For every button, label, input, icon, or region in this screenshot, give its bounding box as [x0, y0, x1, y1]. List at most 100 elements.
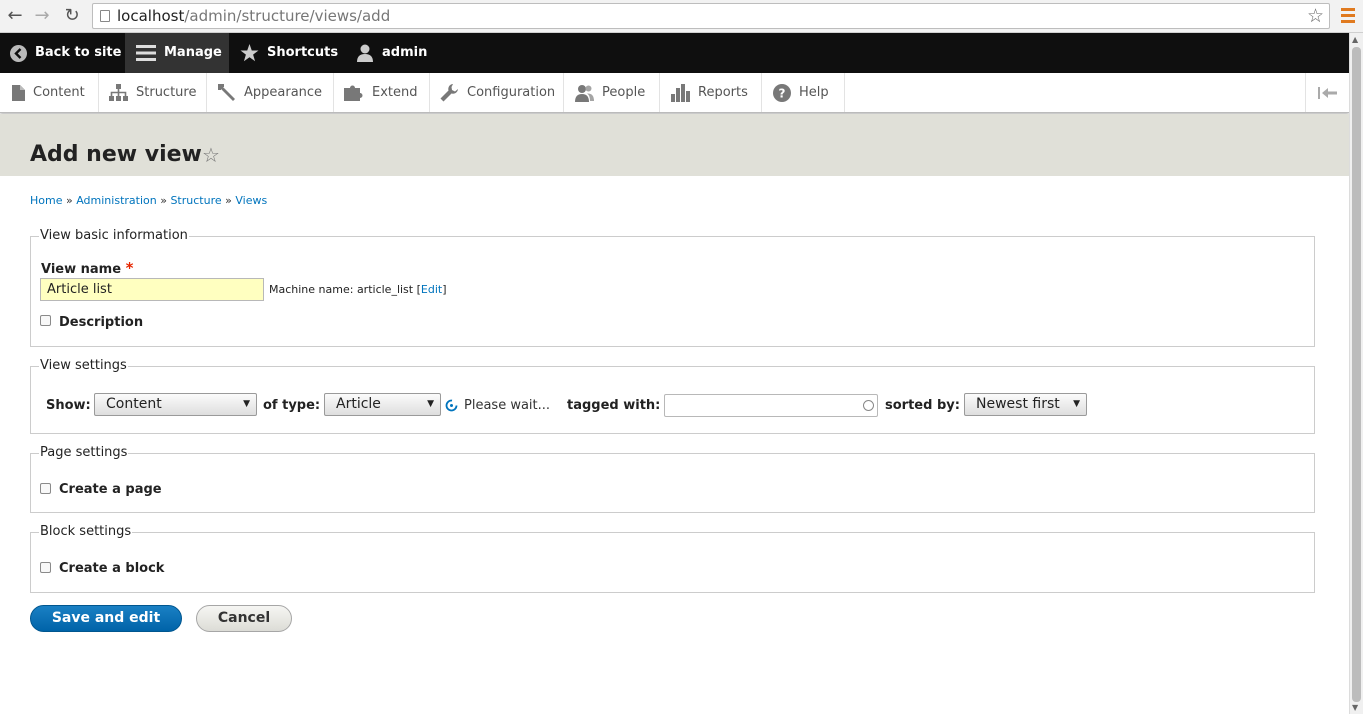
show-label: Show:	[46, 398, 91, 413]
page-settings-legend: Page settings	[39, 445, 129, 460]
breadcrumb-separator: »	[65, 194, 73, 207]
description-checkbox[interactable]	[40, 315, 51, 326]
forward-arrow-icon[interactable]: →	[31, 5, 53, 27]
required-marker: *	[125, 259, 134, 277]
show-select[interactable]: Content ▼	[94, 393, 257, 416]
sorted-by-select[interactable]: Newest first ▼	[964, 393, 1087, 416]
menu-item-label: Content	[33, 85, 85, 100]
basic-info-legend: View basic information	[39, 228, 189, 243]
view-name-label-text: View name	[41, 262, 122, 277]
scroll-down-icon[interactable]: ▼	[1352, 703, 1358, 712]
menu-item-appearance[interactable]: Appearance	[207, 73, 334, 112]
shortcuts-tab[interactable]: Shortcuts	[240, 33, 338, 73]
document-icon	[12, 84, 25, 101]
tagged-with-label: tagged with:	[567, 398, 661, 413]
shortcut-star-icon[interactable]: ☆	[202, 143, 220, 167]
collapse-icon	[1317, 86, 1337, 99]
menu-item-label: Extend	[372, 85, 418, 100]
view-name-input[interactable]: Article list	[40, 278, 264, 301]
menu-item-reports[interactable]: Reports	[660, 73, 762, 112]
star-icon	[240, 44, 259, 62]
url-path: /admin/structure/views/add	[184, 7, 391, 25]
menu-item-label: Reports	[698, 85, 748, 100]
help-icon: ?	[773, 83, 791, 102]
menu-item-label: Help	[799, 85, 829, 100]
back-to-site-link[interactable]: Back to site	[10, 33, 121, 73]
bookmark-star-icon[interactable]: ☆	[1307, 4, 1324, 28]
basic-info-fieldset: View basic information View name * Artic…	[30, 228, 1315, 347]
create-block-checkbox[interactable]	[40, 562, 51, 573]
breadcrumb-separator: »	[225, 194, 232, 207]
page-icon	[100, 10, 110, 22]
create-page-checkbox[interactable]	[40, 483, 51, 494]
menu-item-extend[interactable]: Extend	[334, 73, 430, 112]
menu-item-label: Configuration	[467, 85, 556, 100]
page-scrollbar[interactable]: ▲ ▼	[1349, 33, 1363, 714]
menu-item-help[interactable]: ? Help	[762, 73, 845, 112]
machine-name-edit-link[interactable]: Edit	[421, 283, 442, 296]
breadcrumb-structure[interactable]: Structure	[170, 194, 221, 207]
menu-item-label: People	[602, 85, 646, 100]
reload-icon[interactable]: ↻	[61, 5, 83, 27]
tray-collapse-toggle[interactable]	[1305, 73, 1349, 112]
page-title: Add new view	[30, 142, 202, 167]
block-settings-fieldset: Block settings Create a block	[30, 524, 1315, 593]
sorted-by-label: sorted by:	[885, 398, 960, 413]
dropdown-arrow-icon: ▼	[243, 399, 250, 409]
menu-item-structure[interactable]: Structure	[99, 73, 207, 112]
back-to-site-label: Back to site	[35, 45, 122, 60]
type-select-value: Article	[336, 396, 381, 412]
cancel-button[interactable]: Cancel	[196, 605, 292, 632]
breadcrumb-separator: »	[160, 194, 167, 207]
type-label: of type:	[263, 398, 321, 413]
wrench-icon	[440, 83, 458, 101]
sorted-by-value: Newest first	[976, 396, 1060, 412]
machine-name: Machine name: article_list [Edit]	[269, 283, 447, 296]
address-bar[interactable]: localhost/admin/structure/views/add ☆	[92, 3, 1330, 29]
view-name-label: View name *	[41, 259, 133, 277]
back-circle-icon	[10, 44, 27, 62]
tagged-with-input[interactable]	[664, 394, 878, 417]
hamburger-icon	[136, 45, 156, 61]
people-icon	[575, 84, 594, 102]
breadcrumb-administration[interactable]: Administration	[76, 194, 157, 207]
type-select[interactable]: Article ▼	[324, 393, 441, 416]
puzzle-icon	[344, 85, 363, 101]
user-icon	[357, 44, 373, 62]
view-settings-legend: View settings	[39, 358, 128, 373]
show-select-value: Content	[106, 396, 162, 412]
dropdown-arrow-icon: ▼	[427, 399, 434, 409]
url-host: localhost	[117, 7, 185, 25]
back-arrow-icon[interactable]: ←	[4, 5, 26, 27]
breadcrumb-home[interactable]: Home	[30, 194, 62, 207]
dropdown-arrow-icon: ▼	[1073, 399, 1080, 409]
browser-menu-icon[interactable]	[1341, 8, 1355, 24]
sitemap-icon	[109, 84, 128, 101]
shortcuts-label: Shortcuts	[267, 45, 339, 60]
scroll-up-icon[interactable]: ▲	[1352, 35, 1358, 44]
autocomplete-icon	[863, 400, 874, 411]
save-and-edit-button[interactable]: Save and edit	[30, 605, 182, 632]
admin-menu-tray: Content Structure Appearance Extend Conf…	[0, 73, 1349, 113]
block-settings-legend: Block settings	[39, 524, 133, 539]
menu-item-label: Appearance	[244, 85, 323, 100]
user-label: admin	[382, 45, 428, 60]
page-settings-fieldset: Page settings Create a page	[30, 445, 1315, 513]
scrollbar-thumb[interactable]	[1352, 47, 1361, 702]
admin-toolbar: Back to site Manage Shortcuts admin	[0, 33, 1349, 73]
view-settings-fieldset: View settings Show: Content ▼ of type: Ar…	[30, 358, 1315, 434]
please-wait-text: Please wait...	[464, 398, 551, 413]
manage-tab[interactable]: Manage	[125, 33, 229, 73]
create-block-label[interactable]: Create a block	[59, 561, 164, 576]
description-label[interactable]: Description	[59, 315, 143, 330]
breadcrumb: Home » Administration » Structure » View…	[30, 194, 267, 207]
create-page-label[interactable]: Create a page	[59, 482, 162, 497]
menu-item-configuration[interactable]: Configuration	[430, 73, 564, 112]
machine-name-text: Machine name: article_list [	[269, 283, 421, 296]
menu-item-content[interactable]: Content	[0, 73, 99, 112]
menu-item-people[interactable]: People	[564, 73, 660, 112]
bar-chart-icon	[671, 83, 690, 102]
machine-name-suffix: ]	[442, 283, 447, 296]
user-tab[interactable]: admin	[356, 33, 427, 73]
breadcrumb-views[interactable]: Views	[235, 194, 267, 207]
